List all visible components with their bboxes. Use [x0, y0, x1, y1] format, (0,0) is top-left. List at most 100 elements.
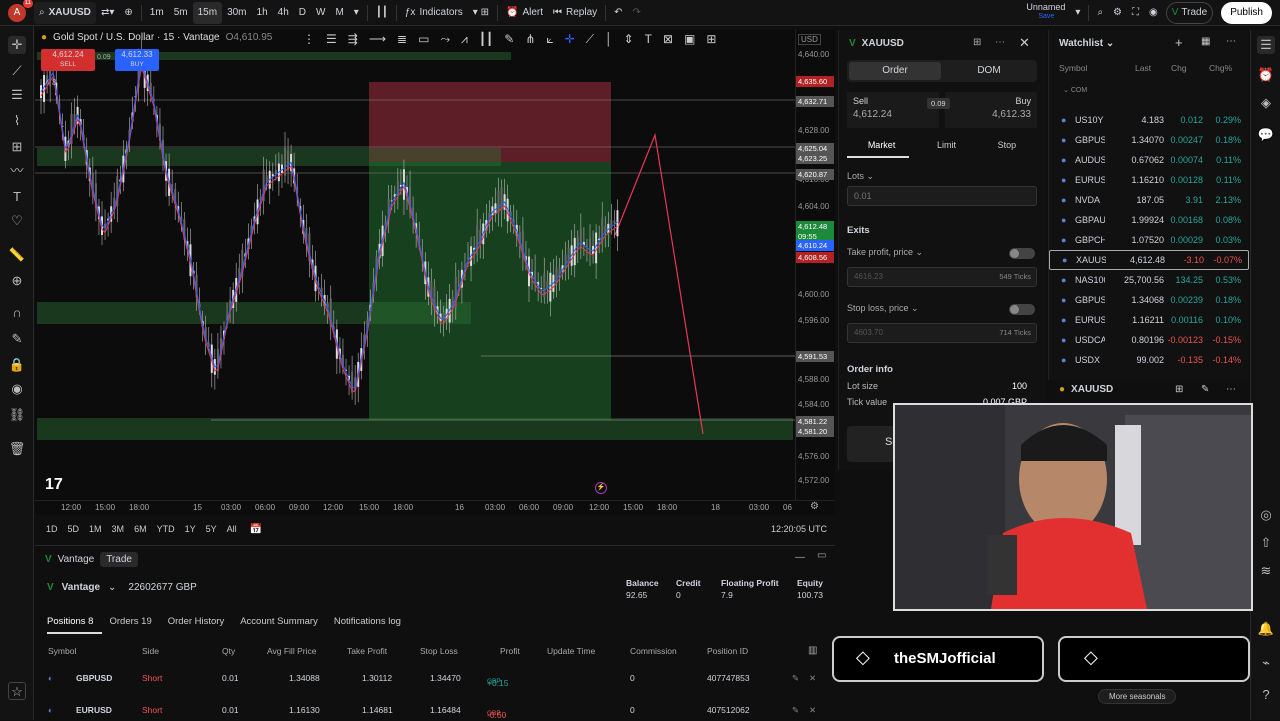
order-type-stop[interactable]: Stop: [998, 140, 1017, 150]
replay-button[interactable]: ⏮ Replay: [548, 2, 602, 24]
range-All[interactable]: All: [227, 524, 237, 534]
range-1M[interactable]: 1M: [89, 524, 102, 534]
watchlist-row[interactable]: ● EURUSD 1.16210 0.00128 0.11%: [1049, 170, 1249, 190]
stop-loss-toggle[interactable]: [1009, 304, 1035, 315]
tool-pitchfork-icon[interactable]: ⋔: [525, 32, 535, 47]
projection-arrow[interactable]: [614, 132, 704, 435]
column-header[interactable]: Commission: [630, 646, 677, 656]
axis-settings-icon[interactable]: ⚙: [810, 501, 819, 512]
publish-button[interactable]: Publish: [1221, 1, 1272, 24]
crosshair-icon[interactable]: ✛: [8, 36, 26, 54]
watchlist-row[interactable]: ● USDCAD 0.80196-0.00123 -0.15%: [1049, 330, 1249, 350]
account-selector[interactable]: V Vantage ⌄ 22602677 GBP: [47, 582, 197, 593]
text-icon[interactable]: T: [8, 188, 26, 206]
quick-search-icon[interactable]: ⌕: [1092, 2, 1108, 24]
trade-button[interactable]: V Trade: [1165, 1, 1214, 24]
ideas-icon[interactable]: ⇧: [1257, 534, 1275, 552]
tool-measure-icon[interactable]: ⊠: [663, 32, 673, 47]
interval-W[interactable]: W: [311, 2, 330, 24]
tool-pen-icon[interactable]: ✎: [504, 32, 514, 47]
buy-quick-button[interactable]: 4,612.33 BUY: [115, 49, 159, 71]
edit-icon[interactable]: ✎: [792, 705, 799, 716]
demand-box-2[interactable]: [37, 418, 793, 440]
ruler-icon[interactable]: 📏: [8, 246, 26, 264]
tool-text-icon[interactable]: T: [645, 32, 652, 47]
notifications-icon[interactable]: 🔔: [1257, 620, 1275, 638]
link-icon[interactable]: ⛓: [8, 406, 26, 424]
sell-box[interactable]: Sell 4,612.24: [847, 92, 939, 128]
drag-handle-icon[interactable]: ⋮: [303, 32, 315, 47]
column-header[interactable]: Symbol: [48, 646, 76, 656]
templates-icon[interactable]: ▾ ⊞: [468, 2, 494, 24]
interval-1h[interactable]: 1h: [252, 2, 273, 24]
candles-icon[interactable]: ┃┃: [371, 2, 393, 24]
account-tab[interactable]: Notifications log: [334, 616, 401, 627]
undo-icon[interactable]: ↶: [609, 2, 627, 24]
advanced-view-icon[interactable]: ▦: [1201, 36, 1210, 47]
more-seasonals-button[interactable]: More seasonals: [1098, 689, 1177, 704]
table-row[interactable]: ◐ GBPUSD Short 0.01 1.34088 1.30112 1.34470 +0.…: [35, 667, 835, 689]
watchlist-row[interactable]: ● GBPUSD 1.34068 0.00239 0.18%: [1049, 290, 1249, 310]
column-header[interactable]: Last: [1135, 63, 1151, 73]
column-header[interactable]: Stop Loss: [420, 646, 458, 656]
layout-menu-icon[interactable]: ▾: [1070, 2, 1085, 24]
layers-icon[interactable]: ◈: [1257, 94, 1275, 112]
stop-loss-input[interactable]: 4603.70 714 Ticks: [847, 323, 1037, 343]
edit-icon[interactable]: ✎: [1201, 384, 1209, 395]
symbol-search[interactable]: ⌕ XAUUSD: [34, 1, 96, 24]
settings-icon[interactable]: ⚙: [1108, 2, 1127, 24]
tab-trade[interactable]: Trade: [100, 552, 138, 567]
tool-hline-icon[interactable]: ⟶: [369, 32, 386, 47]
more-icon[interactable]: ⋯: [995, 37, 1005, 48]
watchlist-row[interactable]: ● XAUUSD 4,612.48 -3.10 -0.07%: [1049, 250, 1249, 270]
column-header[interactable]: Update Time: [547, 646, 595, 656]
account-tab[interactable]: Account Summary: [240, 616, 318, 627]
column-header[interactable]: Avg Fill Price: [267, 646, 316, 656]
watchlist-row[interactable]: ● EURUSD 1.16211 0.00116 0.10%: [1049, 310, 1249, 330]
watchlist-row[interactable]: ● US10Y 4.183 0.012 0.29%: [1049, 110, 1249, 130]
more-icon[interactable]: ⋯: [1226, 36, 1236, 47]
column-header[interactable]: Position ID: [707, 646, 748, 656]
trash-icon[interactable]: 🗑: [8, 440, 26, 458]
lock-icon[interactable]: 🔒: [8, 356, 26, 374]
signal-icon[interactable]: ≋: [1257, 562, 1275, 580]
range-5Y[interactable]: 5Y: [206, 524, 217, 534]
column-header[interactable]: Chg: [1171, 63, 1187, 73]
tool-cross-icon[interactable]: ✛: [565, 32, 575, 47]
watchlist-row[interactable]: ● GBPCHF 1.07520 0.00029 0.03%: [1049, 230, 1249, 250]
interval-1m[interactable]: 1m: [145, 2, 169, 24]
interval-D[interactable]: D: [294, 2, 311, 24]
chat-icon[interactable]: 💬: [1257, 126, 1275, 144]
interval-15m[interactable]: 15m: [192, 1, 223, 24]
tool-vline-icon[interactable]: │: [605, 32, 613, 47]
currency-label[interactable]: USD: [798, 34, 821, 45]
column-header[interactable]: Side: [142, 646, 159, 656]
compare-icon[interactable]: ⇄▾: [96, 2, 119, 24]
lots-input[interactable]: 0.01: [847, 186, 1037, 206]
column-header[interactable]: Symbol: [1059, 63, 1087, 73]
layout-icon[interactable]: ⊞: [973, 37, 981, 48]
buy-box[interactable]: Buy 4,612.33: [945, 92, 1037, 128]
alert-button[interactable]: ⏰ Alert: [501, 2, 548, 24]
zoom-icon[interactable]: ⊕: [8, 272, 26, 290]
maximize-icon[interactable]: ▭: [817, 550, 826, 561]
interval-30m[interactable]: 30m: [222, 2, 251, 24]
redo-icon[interactable]: ↷: [628, 2, 646, 24]
interval-5m[interactable]: 5m: [169, 2, 193, 24]
supply-box-1[interactable]: [37, 148, 501, 166]
account-tab[interactable]: Positions 8: [47, 616, 93, 627]
target-zone[interactable]: [369, 162, 611, 420]
event-marker-icon[interactable]: ⚡: [595, 482, 607, 494]
fib-icon[interactable]: ☰: [8, 86, 26, 104]
watchlist-row[interactable]: ● GBPAUD 1.99924 0.00168 0.08%: [1049, 210, 1249, 230]
close-icon[interactable]: ✕: [1019, 35, 1030, 51]
star-icon[interactable]: ☆: [8, 682, 26, 700]
table-row[interactable]: ◐ EURUSD Short 0.01 1.16130 1.14681 1.16484 -0.…: [35, 699, 835, 721]
tool-ray-icon[interactable]: ⟋: [586, 32, 594, 47]
tool-fan-icon[interactable]: ⟀: [546, 32, 553, 47]
brush-icon[interactable]: 〰: [8, 162, 26, 180]
range-YTD[interactable]: YTD: [157, 524, 175, 534]
add-icon[interactable]: +: [1175, 35, 1183, 50]
chevron-down-icon[interactable]: ▾: [349, 2, 364, 24]
projection-icon[interactable]: ⊞: [8, 138, 26, 156]
